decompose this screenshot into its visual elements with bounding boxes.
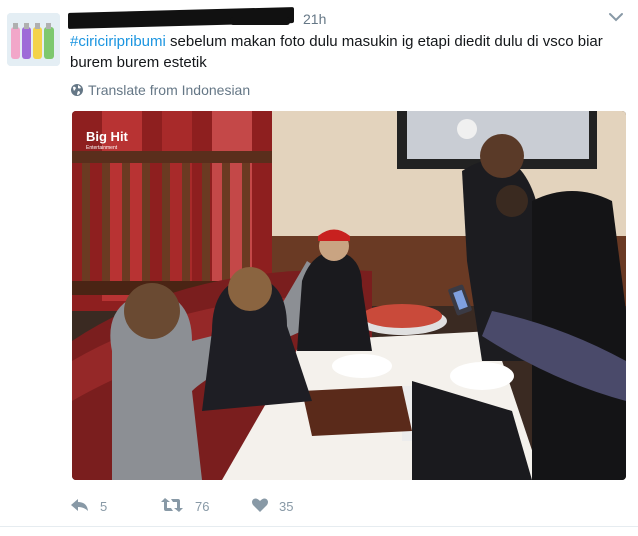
like-count: 35 [279,499,294,514]
redacted-handle [230,17,290,25]
tweet-text: #ciriciripribumi sebelum makan foto dulu… [70,31,620,73]
avatar-image [7,13,60,66]
retweet-icon [161,498,183,512]
translate-link[interactable]: Translate from Indonesian [70,82,250,98]
retweet-count: 76 [195,499,210,514]
tweet: 21h #ciriciripribumi sebelum makan foto … [0,0,638,536]
reply-icon [71,499,88,511]
heart-icon [252,498,268,512]
reply-count: 5 [100,499,108,514]
divider [0,526,638,527]
restaurant-photo: Big Hit Entertainment [72,111,626,480]
watermark-text: Big Hit [86,129,129,144]
watermark-subtext: Entertainment [86,145,118,151]
tweet-timestamp[interactable]: 21h [303,11,326,27]
hashtag-link[interactable]: #ciriciripribumi [70,33,166,50]
caret-down-icon[interactable] [608,11,624,23]
avatar[interactable] [7,13,60,66]
tweet-photo[interactable]: Big Hit Entertainment [72,111,626,480]
translate-label: Translate from Indonesian [88,82,251,98]
globe-icon [71,84,83,96]
